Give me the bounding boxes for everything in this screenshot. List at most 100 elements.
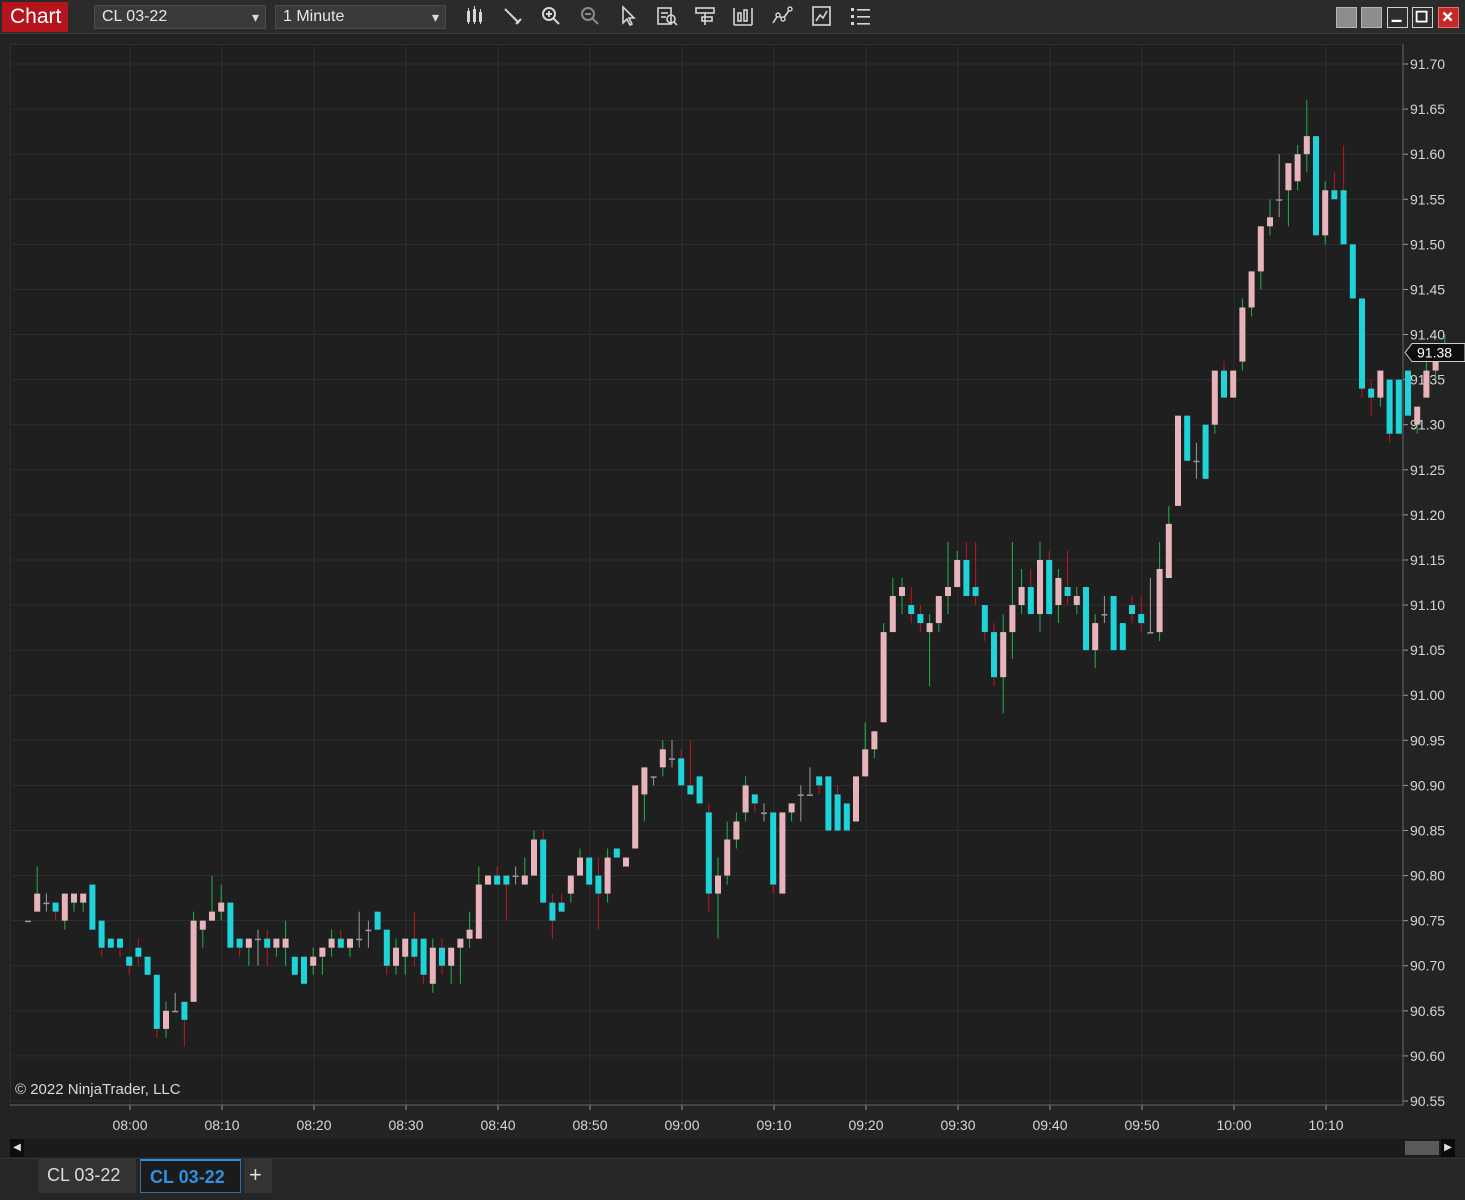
- candle-body: [291, 956, 298, 975]
- window-title: Chart: [2, 2, 68, 32]
- x-tick-label: 10:00: [1216, 1117, 1251, 1133]
- candle-body: [1267, 217, 1273, 227]
- tab-cl-03-22-first[interactable]: CL 03-22: [38, 1159, 136, 1193]
- y-tick-label: 91.05: [1410, 642, 1445, 658]
- instrument-value: CL 03-22: [102, 8, 168, 25]
- candle-body: [1165, 523, 1172, 578]
- candle-body: [991, 632, 997, 678]
- candle-body: [1184, 415, 1191, 461]
- candle-body: [521, 875, 528, 885]
- minimize-button[interactable]: [1387, 7, 1408, 28]
- candle-body: [236, 938, 243, 948]
- candle-body: [172, 1010, 179, 1013]
- zoom-in-icon[interactable]: [539, 5, 565, 29]
- candle-body: [337, 938, 344, 948]
- candle-body: [889, 596, 896, 633]
- candle-body: [972, 587, 979, 597]
- interval-value: 1 Minute: [283, 8, 345, 25]
- candle-body: [71, 893, 77, 903]
- candle-body: [1257, 226, 1264, 272]
- candle-body: [715, 875, 721, 894]
- candle-body: [319, 947, 326, 957]
- candle-body: [190, 920, 197, 1002]
- candle-body: [1129, 605, 1135, 615]
- candle-body: [567, 875, 574, 894]
- candle-body: [1239, 307, 1246, 362]
- candle-body: [264, 938, 271, 948]
- candle-body: [825, 776, 832, 831]
- y-tick-label: 91.70: [1410, 56, 1445, 72]
- candle-body: [613, 848, 620, 858]
- candle-body: [1156, 568, 1163, 633]
- maximize-button[interactable]: [1412, 7, 1433, 28]
- last-price-label: 91.38: [1417, 345, 1452, 361]
- candle-body: [1147, 632, 1154, 634]
- candle-body: [1046, 559, 1053, 615]
- price-chart[interactable]: 90.55 90.60 90.65 90.70 90.75 90.80 90.85 90.90…: [10, 44, 1465, 1134]
- list-icon[interactable]: [848, 5, 874, 29]
- candle-body: [1009, 605, 1016, 633]
- candle-body: [199, 920, 206, 930]
- candle-body: [1294, 154, 1301, 182]
- chart-window: Chart CL 03-22 ▾ 1 Minute ▾ 90.55 90.60 …: [0, 0, 1465, 1200]
- x-tick-label: 09:50: [1124, 1117, 1159, 1133]
- candle-body: [1386, 379, 1393, 434]
- interval-selector[interactable]: 1 Minute ▾: [275, 5, 446, 29]
- candle-body: [457, 938, 464, 948]
- instrument-selector[interactable]: CL 03-22 ▾: [94, 5, 266, 29]
- candle-body: [577, 857, 583, 876]
- candle-body: [816, 776, 823, 786]
- candle-body: [52, 902, 59, 912]
- candle-body: [218, 902, 225, 912]
- tab-cl-03-22-active[interactable]: CL 03-22: [140, 1159, 241, 1193]
- chart-toolbar: Chart CL 03-22 ▾ 1 Minute ▾: [0, 0, 1465, 34]
- y-tick-label: 91.65: [1410, 101, 1445, 117]
- templates-icon[interactable]: [810, 5, 836, 29]
- candle-body: [374, 911, 381, 930]
- strategies-icon[interactable]: [731, 5, 757, 29]
- candle-body: [1359, 298, 1365, 389]
- y-tick-label: 91.45: [1410, 281, 1445, 297]
- candle-body: [1414, 406, 1421, 425]
- bars-type-icon[interactable]: [463, 5, 489, 29]
- zoom-out-icon[interactable]: [578, 5, 604, 29]
- candle-body: [1119, 623, 1126, 651]
- candle-body: [494, 875, 501, 885]
- candle-body: [439, 947, 445, 966]
- candle-body: [255, 938, 261, 941]
- candle-body: [1349, 244, 1356, 299]
- candle-body: [1175, 415, 1181, 506]
- scroll-right-arrow-icon[interactable]: ▶: [1441, 1139, 1455, 1157]
- close-button[interactable]: [1438, 7, 1459, 28]
- candle-body: [742, 785, 749, 813]
- candle-body: [1340, 190, 1347, 245]
- candle-body: [945, 587, 951, 597]
- candle-body: [61, 893, 68, 921]
- candle-body: [1037, 559, 1043, 615]
- candle-body: [411, 938, 418, 957]
- candle-body: [954, 559, 961, 588]
- link-button[interactable]: [1336, 7, 1357, 28]
- horizontal-scrollbar[interactable]: ◀ ▶: [10, 1139, 1455, 1157]
- instrument-link-button[interactable]: [1361, 7, 1382, 28]
- y-tick-label: 90.60: [1410, 1048, 1445, 1064]
- scroll-thumb[interactable]: [1405, 1141, 1439, 1155]
- add-tab-button[interactable]: +: [244, 1159, 272, 1193]
- candle-body: [393, 947, 399, 966]
- candlestick-chart-svg[interactable]: 90.55 90.60 90.65 90.70 90.75 90.80 90.85 90.90…: [10, 44, 1465, 1134]
- candle-body: [604, 857, 611, 894]
- pointer-icon[interactable]: [616, 5, 642, 29]
- drawing-tool-icon[interactable]: [501, 5, 527, 29]
- candle-body: [1395, 379, 1402, 434]
- properties-icon[interactable]: [693, 5, 719, 29]
- candle-body: [1303, 136, 1310, 155]
- candle-body: [761, 812, 767, 814]
- indicators-icon[interactable]: [770, 5, 796, 29]
- y-tick-label: 90.70: [1410, 958, 1445, 974]
- candle-body: [899, 587, 905, 597]
- x-tick-label: 09:10: [756, 1117, 791, 1133]
- x-tick-label: 09:30: [940, 1117, 975, 1133]
- scroll-left-arrow-icon[interactable]: ◀: [10, 1139, 24, 1157]
- data-box-icon[interactable]: [655, 5, 681, 29]
- candle-body: [531, 839, 537, 876]
